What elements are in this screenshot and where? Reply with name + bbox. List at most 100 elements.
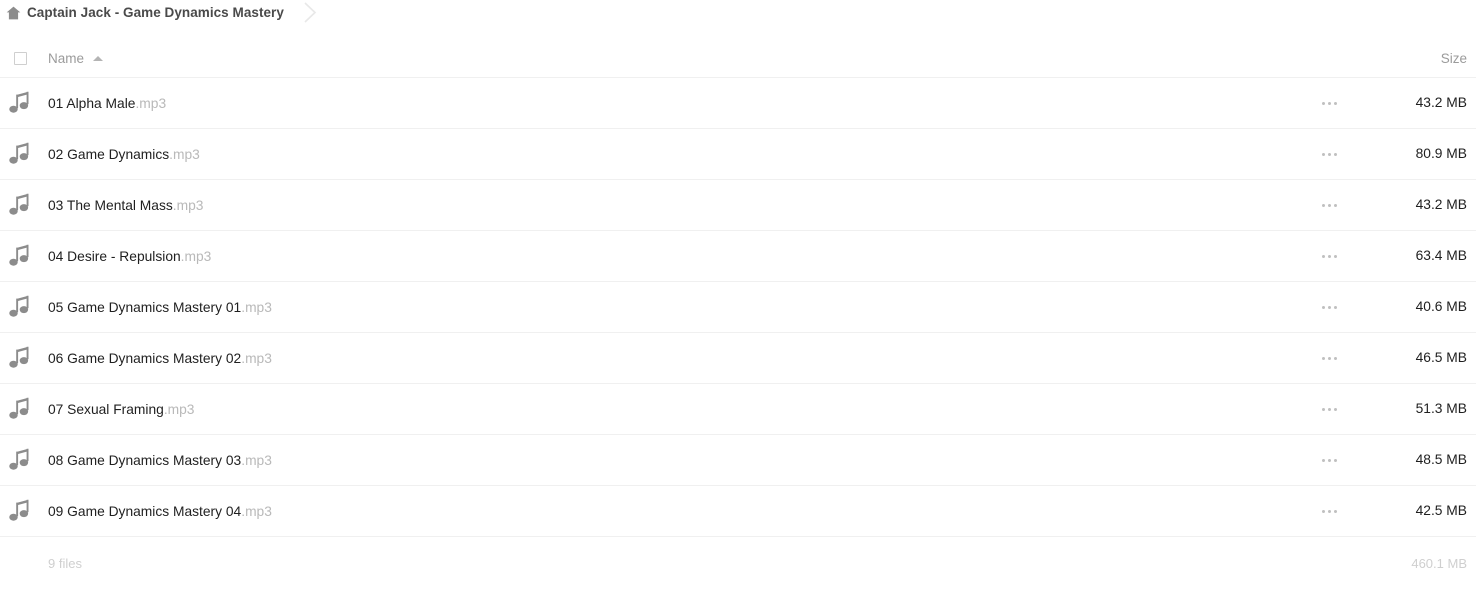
file-size: 40.6 MB xyxy=(1415,299,1467,314)
table-row[interactable]: 07 Sexual Framing.mp3 51.3 MB xyxy=(0,384,1476,435)
file-name-base: 05 Game Dynamics Mastery 01 xyxy=(48,299,242,315)
overflow-menu-icon[interactable] xyxy=(1318,453,1341,468)
file-name-cell: 05 Game Dynamics Mastery 01.mp3 xyxy=(40,300,1294,315)
file-size-cell: 43.2 MB xyxy=(1364,94,1476,112)
dot xyxy=(1327,152,1331,156)
table-row[interactable]: 01 Alpha Male.mp3 43.2 MB xyxy=(0,78,1476,129)
file-count-label: 9 files xyxy=(48,556,82,571)
file-size-cell: 80.9 MB xyxy=(1364,145,1476,163)
column-header-name[interactable]: Name xyxy=(48,51,84,66)
table-row[interactable]: 03 The Mental Mass.mp3 43.2 MB xyxy=(0,180,1476,231)
dot xyxy=(1327,458,1331,462)
file-extension: .mp3 xyxy=(163,401,195,417)
file-name-base: 04 Desire - Repulsion xyxy=(48,248,181,264)
file-size: 43.2 MB xyxy=(1415,95,1467,110)
dot xyxy=(1327,407,1331,411)
file-name[interactable]: 01 Alpha Male.mp3 xyxy=(48,96,166,111)
dot xyxy=(1327,101,1331,105)
music-note-icon xyxy=(9,346,29,368)
file-icon-cell xyxy=(0,91,40,115)
music-note-icon xyxy=(9,295,29,317)
file-size-cell: 51.3 MB xyxy=(1364,400,1476,418)
file-size: 43.2 MB xyxy=(1415,197,1467,212)
file-icon-cell xyxy=(0,346,40,370)
dot xyxy=(1333,458,1337,462)
file-extension: .mp3 xyxy=(169,146,200,162)
overflow-menu-icon[interactable] xyxy=(1318,402,1341,417)
dot xyxy=(1321,101,1325,105)
overflow-menu-icon[interactable] xyxy=(1318,351,1341,366)
file-name-base: 03 The Mental Mass xyxy=(48,197,173,213)
file-size-cell: 43.2 MB xyxy=(1364,196,1476,214)
file-icon-cell xyxy=(0,397,40,421)
file-size: 51.3 MB xyxy=(1415,401,1467,416)
row-menu-cell xyxy=(1294,96,1364,111)
overflow-menu-icon[interactable] xyxy=(1318,147,1341,162)
file-size: 46.5 MB xyxy=(1415,350,1467,365)
table-row[interactable]: 02 Game Dynamics.mp3 80.9 MB xyxy=(0,129,1476,180)
music-note-icon xyxy=(9,91,29,113)
column-header-size[interactable]: Size xyxy=(1441,51,1467,66)
file-extension: .mp3 xyxy=(180,248,212,264)
file-extension: .mp3 xyxy=(241,452,272,468)
file-name-base: 09 Game Dynamics Mastery 04 xyxy=(48,503,242,519)
sort-ascending-icon[interactable] xyxy=(93,56,104,61)
table-header-row: Name Size xyxy=(0,40,1476,78)
table-row[interactable]: 05 Game Dynamics Mastery 01.mp3 40.6 MB xyxy=(0,282,1476,333)
dot xyxy=(1321,254,1325,258)
file-size-cell: 46.5 MB xyxy=(1364,349,1476,367)
file-name[interactable]: 07 Sexual Framing.mp3 xyxy=(48,402,195,417)
file-icon-cell xyxy=(0,295,40,319)
file-name[interactable]: 05 Game Dynamics Mastery 01.mp3 xyxy=(48,300,272,315)
table-row[interactable]: 06 Game Dynamics Mastery 02.mp3 46.5 MB xyxy=(0,333,1476,384)
dot xyxy=(1333,407,1337,411)
file-name-base: 06 Game Dynamics Mastery 02 xyxy=(48,350,242,366)
overflow-menu-icon[interactable] xyxy=(1318,249,1341,264)
row-menu-cell xyxy=(1294,249,1364,264)
row-menu-cell xyxy=(1294,198,1364,213)
row-menu-cell xyxy=(1294,453,1364,468)
dot xyxy=(1333,305,1337,309)
total-size-label: 460.1 MB xyxy=(1411,556,1467,571)
breadcrumb-item-root[interactable]: Captain Jack - Game Dynamics Mastery xyxy=(6,0,284,25)
file-name[interactable]: 03 The Mental Mass.mp3 xyxy=(48,198,203,213)
home-icon xyxy=(6,6,21,19)
row-menu-cell xyxy=(1294,300,1364,315)
file-name[interactable]: 02 Game Dynamics.mp3 xyxy=(48,147,200,162)
row-menu-cell xyxy=(1294,147,1364,162)
file-extension: .mp3 xyxy=(172,197,204,213)
chevron-right-icon xyxy=(304,2,317,23)
overflow-menu-icon[interactable] xyxy=(1318,504,1341,519)
overflow-menu-icon[interactable] xyxy=(1318,198,1341,213)
file-name-cell: 04 Desire - Repulsion.mp3 xyxy=(40,249,1294,264)
table-row[interactable]: 09 Game Dynamics Mastery 04.mp3 42.5 MB xyxy=(0,486,1476,537)
dot xyxy=(1321,305,1325,309)
music-note-icon xyxy=(9,244,29,266)
music-note-icon xyxy=(9,142,29,164)
dot xyxy=(1327,254,1331,258)
file-extension: .mp3 xyxy=(135,95,167,111)
dot xyxy=(1333,101,1337,105)
file-name[interactable]: 08 Game Dynamics Mastery 03.mp3 xyxy=(48,453,272,468)
file-name[interactable]: 09 Game Dynamics Mastery 04.mp3 xyxy=(48,504,272,519)
dot xyxy=(1333,356,1337,360)
music-note-icon xyxy=(9,448,29,470)
overflow-menu-icon[interactable] xyxy=(1318,96,1341,111)
breadcrumb-path-label: Captain Jack - Game Dynamics Mastery xyxy=(27,5,284,20)
dot xyxy=(1333,203,1337,207)
dot xyxy=(1321,407,1325,411)
table-footer: 9 files 460.1 MB xyxy=(0,537,1476,590)
file-size: 42.5 MB xyxy=(1415,503,1467,518)
dot xyxy=(1321,458,1325,462)
table-row[interactable]: 04 Desire - Repulsion.mp3 63.4 MB xyxy=(0,231,1476,282)
file-size-cell: 48.5 MB xyxy=(1364,451,1476,469)
table-row[interactable]: 08 Game Dynamics Mastery 03.mp3 48.5 MB xyxy=(0,435,1476,486)
dot xyxy=(1327,509,1331,513)
overflow-menu-icon[interactable] xyxy=(1318,300,1341,315)
file-name[interactable]: 04 Desire - Repulsion.mp3 xyxy=(48,249,211,264)
select-all-checkbox[interactable] xyxy=(13,52,27,65)
file-size-cell: 63.4 MB xyxy=(1364,247,1476,265)
header-name-cell[interactable]: Name xyxy=(40,51,1294,66)
file-name[interactable]: 06 Game Dynamics Mastery 02.mp3 xyxy=(48,351,272,366)
header-size-cell[interactable]: Size xyxy=(1364,50,1476,68)
